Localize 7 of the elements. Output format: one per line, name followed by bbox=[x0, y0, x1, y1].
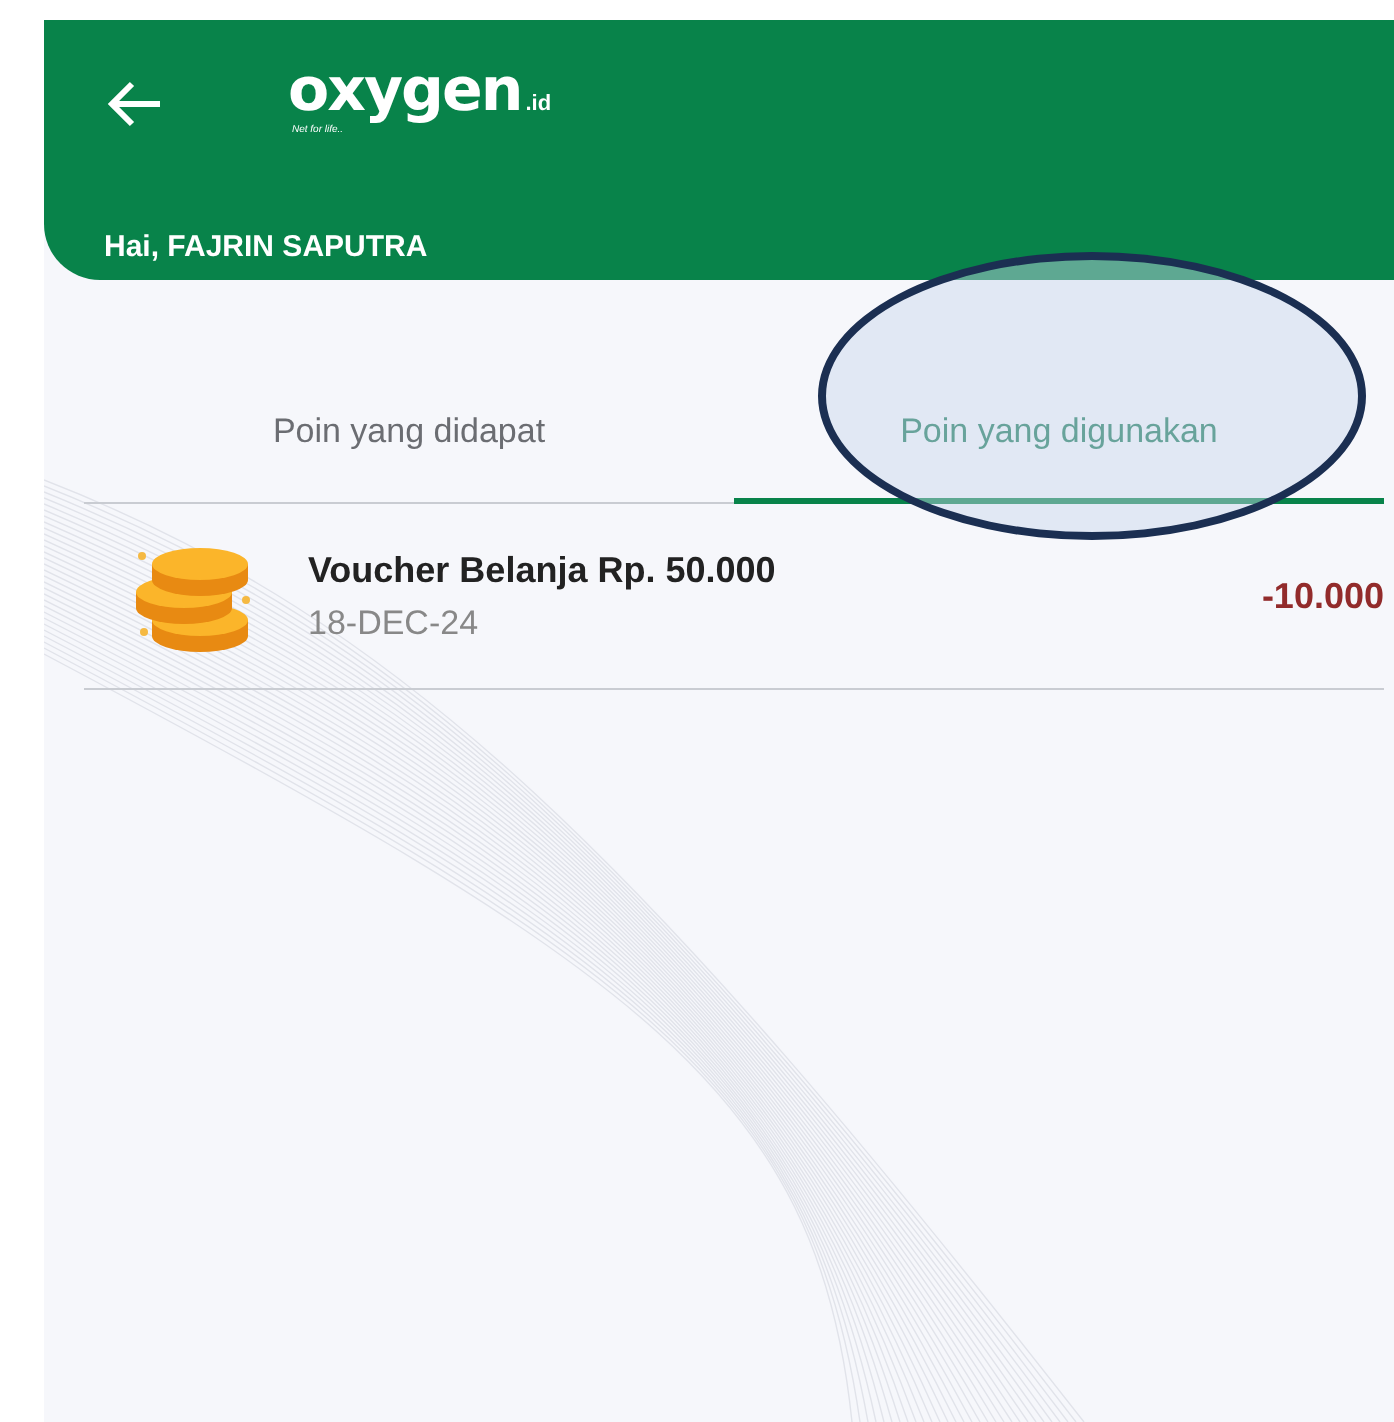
transaction-date: 18-DEC-24 bbox=[308, 603, 481, 643]
logo-suffix: .id bbox=[525, 92, 552, 116]
transaction-title: Voucher Belanja Rp. 50.000 bbox=[308, 549, 778, 591]
points-amount: -10.000 bbox=[1261, 575, 1384, 617]
greeting-text: Hai, FAJRIN SAPUTRA bbox=[104, 230, 430, 264]
logo-wordmark: oxygen bbox=[288, 56, 522, 126]
tab[interactable]: Poin yang didapat bbox=[84, 384, 734, 504]
